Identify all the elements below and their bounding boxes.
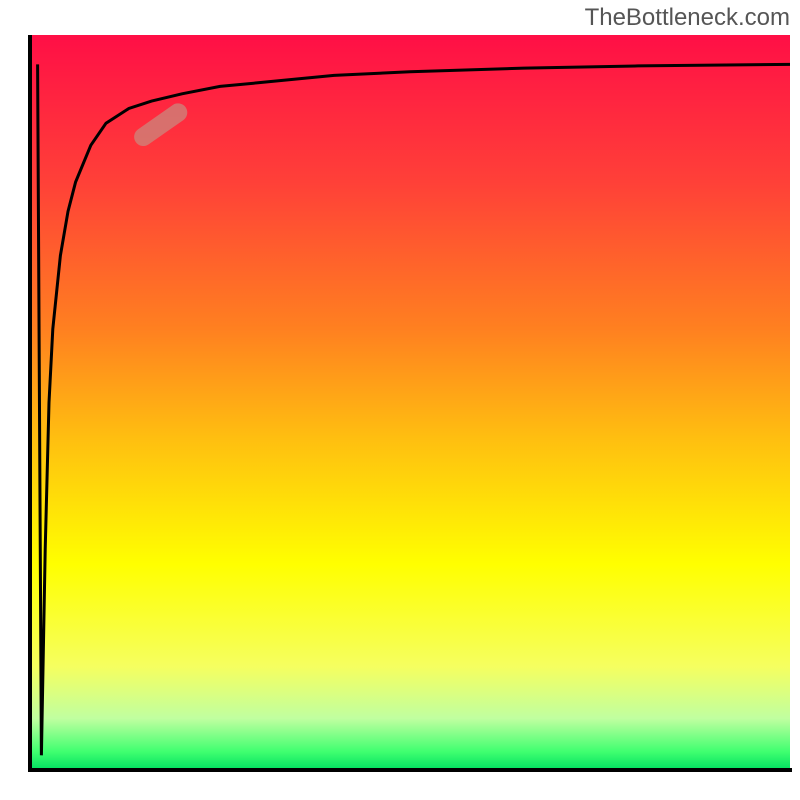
chart-container: TheBottleneck.com bbox=[0, 0, 800, 800]
attribution-text: TheBottleneck.com bbox=[585, 4, 790, 32]
chart-svg bbox=[0, 0, 800, 800]
